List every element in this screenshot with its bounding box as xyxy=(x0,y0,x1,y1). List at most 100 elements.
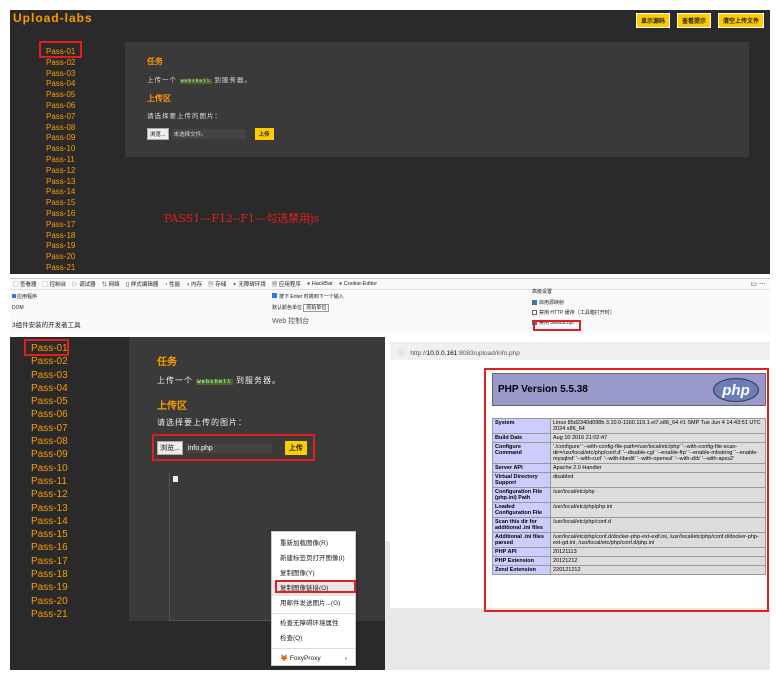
devtools-tab-label: 性能 xyxy=(169,282,181,288)
show-source-button[interactable]: 显示源码 xyxy=(635,13,670,28)
web-console-heading: Web 控制台 xyxy=(272,318,310,325)
broken-image-icon xyxy=(173,476,178,482)
file-name-field[interactable]: 未选择文件。 xyxy=(171,129,246,139)
devtools-tab-label: Cookie-Editor xyxy=(343,281,378,287)
browser-urlbar[interactable]: ⓘ http://10.0.0.161:8083/upload/info.php xyxy=(390,342,770,360)
sidebar-item-pass-b-02[interactable]: Pass-02 xyxy=(31,355,68,368)
devtools-tab-11[interactable]: ● Cookie-Editor xyxy=(339,281,377,287)
ctx-email-image[interactable]: 用邮件发送图片...(G) xyxy=(272,596,355,611)
devtools-tab-10[interactable]: ● HackBar xyxy=(307,281,333,287)
top-page: Upload-labs 显示源码 查看提示 清空上传文件 Pass-01 Pass… xyxy=(10,10,770,274)
checkbox-checked-icon[interactable] xyxy=(532,300,537,306)
sidebar-item-pass-14[interactable]: Pass-14 xyxy=(46,187,75,198)
devtools-tab-3[interactable]: ⇅ 网络 xyxy=(102,280,120,288)
sidebar-item-pass-b-16[interactable]: Pass-16 xyxy=(31,541,68,554)
devtools-tab-2[interactable]: ▷ 调试器 xyxy=(72,280,96,288)
sidebar-item-pass-b-14[interactable]: Pass-14 xyxy=(31,515,68,528)
enter-next-input-option[interactable]: 按下 Enter 时跳到下一个输入 xyxy=(272,293,344,300)
advanced-option-1[interactable]: 禁用 HTTP 缓存（工具箱打开时） xyxy=(532,309,615,316)
sidebar-item-pass-02[interactable]: Pass-02 xyxy=(46,58,75,69)
url-host: 10.0.0.161 xyxy=(426,350,458,357)
show-hint-button[interactable]: 查看提示 xyxy=(676,13,711,28)
task-title: 任务 xyxy=(147,57,163,66)
upload-prompt-2: 请选择要上传的图片： xyxy=(157,418,247,427)
task-code: webshell xyxy=(179,79,212,84)
sidebar-item-pass-08[interactable]: Pass-08 xyxy=(46,123,75,134)
sidebar-item-pass-20[interactable]: Pass-20 xyxy=(46,252,75,263)
sidebar-item-pass-11[interactable]: Pass-11 xyxy=(46,155,75,166)
devtools-tab-8[interactable]: ✦ 无障碍环境 xyxy=(232,280,266,288)
task-text-post-2: 到服务器。 xyxy=(235,376,281,385)
sidebar-item-pass-10[interactable]: Pass-10 xyxy=(46,144,75,155)
sidebar-item-pass-b-12[interactable]: Pass-12 xyxy=(31,488,68,501)
sidebar-item-pass-17[interactable]: Pass-17 xyxy=(46,220,75,231)
sidebar-item-pass-16[interactable]: Pass-16 xyxy=(46,209,75,220)
devtools-tab-label: 控制台 xyxy=(49,282,67,288)
devtools-tabbar: ▢ 查看器 ▢ 控制台 ▷ 调试器 ⇅ 网络 {} 样式编辑器 ◔ 性能 ◑ 内存 ▤ 存储 ✦… xyxy=(10,279,770,290)
ctx-inspect-accessibility[interactable]: 检查无障碍环境属性 xyxy=(272,616,355,631)
sidebar-item-pass-b-03[interactable]: Pass-03 xyxy=(31,369,68,382)
sidebar-item-pass-b-05[interactable]: Pass-05 xyxy=(31,395,68,408)
sidebar-item-pass-b-20[interactable]: Pass-20 xyxy=(31,595,68,608)
sidebar-item-pass-04[interactable]: Pass-04 xyxy=(46,79,75,90)
sidebar-item-pass-13[interactable]: Pass-13 xyxy=(46,177,75,188)
devtools-tab-4[interactable]: {} 样式编辑器 xyxy=(126,280,159,288)
sidebar-item-pass-b-11[interactable]: Pass-11 xyxy=(31,475,68,488)
dock-icon[interactable]: ▭ xyxy=(750,281,757,288)
ctx-inspect[interactable]: 检查(Q) xyxy=(272,631,355,646)
left-item-dom[interactable]: DOM xyxy=(12,305,81,311)
sidebar-item-pass-b-13[interactable]: Pass-13 xyxy=(31,502,68,515)
sidebar-item-pass-b-17[interactable]: Pass-17 xyxy=(31,555,68,568)
devtools-tab-1[interactable]: ▢ 控制台 xyxy=(43,280,67,288)
highlight-disable-js xyxy=(533,320,581,331)
sidebar-item-pass-09[interactable]: Pass-09 xyxy=(46,133,75,144)
sidebar-item-pass-b-19[interactable]: Pass-19 xyxy=(31,581,68,594)
devtools-tab-0[interactable]: ▢ 查看器 xyxy=(13,280,37,288)
top-sidebar: Pass-01 Pass-02 Pass-03 Pass-04 Pass-05 Pass-… xyxy=(46,47,75,274)
clear-uploads-button[interactable]: 清空上传文件 xyxy=(717,13,764,28)
devtools-tab-9[interactable]: ▦ 应用程序 xyxy=(272,280,301,288)
sidebar-item-pass-15[interactable]: Pass-15 xyxy=(46,198,75,209)
sidebar-item-pass-12[interactable]: Pass-12 xyxy=(46,166,75,177)
sidebar-item-pass-b-10[interactable]: Pass-10 xyxy=(31,462,68,475)
devtools-tab-label: 调试器 xyxy=(79,282,96,288)
sidebar-item-pass-b-21[interactable]: Pass-21 xyxy=(31,608,68,621)
header-buttons: 显示源码 查看提示 清空上传文件 xyxy=(635,13,764,28)
color-unit-select[interactable]: 原始单位 xyxy=(303,304,330,312)
sidebar-item-pass-b-06[interactable]: Pass-06 xyxy=(31,408,68,421)
sidebar-item-pass-07[interactable]: Pass-07 xyxy=(46,112,75,123)
sidebar-item-pass-b-18[interactable]: Pass-18 xyxy=(31,568,68,581)
left-item-app[interactable]: 应用程序 xyxy=(12,293,81,300)
sidebar-item-pass-b-08[interactable]: Pass-08 xyxy=(31,435,68,448)
logo[interactable]: Upload-labs xyxy=(13,11,93,25)
ctx-reload-image[interactable]: 重新加载图像(R) xyxy=(272,536,355,551)
sidebar-item-pass-06[interactable]: Pass-06 xyxy=(46,101,75,112)
checkbox-unchecked-icon[interactable] xyxy=(532,310,537,316)
sidebar-item-pass-21[interactable]: Pass-21 xyxy=(46,263,75,274)
advanced-option-0[interactable]: 启用源映射 xyxy=(532,299,615,306)
highlight-pass01-bottom xyxy=(24,339,69,356)
devtools-tab-7[interactable]: ▤ 存储 xyxy=(208,280,226,288)
ctx-open-image-new-tab[interactable]: 新建标签页打开图像(I) xyxy=(272,551,355,566)
ctx-foxyproxy[interactable]: 🦊 FoxyProxy › xyxy=(272,651,355,666)
sidebar-item-pass-b-09[interactable]: Pass-09 xyxy=(31,448,68,461)
highlight-copy-link xyxy=(275,580,356,593)
devtools-tab-6[interactable]: ◑ 内存 xyxy=(186,280,202,288)
devtools-tab-label: HackBar xyxy=(311,281,333,287)
sidebar-item-pass-19[interactable]: Pass-19 xyxy=(46,241,75,252)
more-icon[interactable]: ⋯ xyxy=(759,281,766,288)
ctx-copy-image[interactable]: 复制图像(Y) xyxy=(272,566,355,581)
devtools-tab-5[interactable]: ◔ 性能 xyxy=(164,280,180,288)
sidebar-item-pass-b-04[interactable]: Pass-04 xyxy=(31,382,68,395)
sidebar-item-pass-03[interactable]: Pass-03 xyxy=(46,69,75,80)
sidebar-item-pass-18[interactable]: Pass-18 xyxy=(46,231,75,242)
sidebar-item-pass-b-07[interactable]: Pass-07 xyxy=(31,422,68,435)
upload-button[interactable]: 上传 xyxy=(254,128,274,140)
annotation-text: PASS1---F12--F1---勾选禁用js xyxy=(164,212,320,225)
devtools-tab-label: 网络 xyxy=(108,282,120,288)
devtools-left-col: 应用程序 DOM 3组件安装的开发者工具 xyxy=(12,293,81,329)
sidebar-item-pass-05[interactable]: Pass-05 xyxy=(46,90,75,101)
devtools-tab-icon: ▦ xyxy=(271,282,279,288)
sidebar-item-pass-b-15[interactable]: Pass-15 xyxy=(31,528,68,541)
browse-button[interactable]: 浏览... xyxy=(147,128,169,140)
